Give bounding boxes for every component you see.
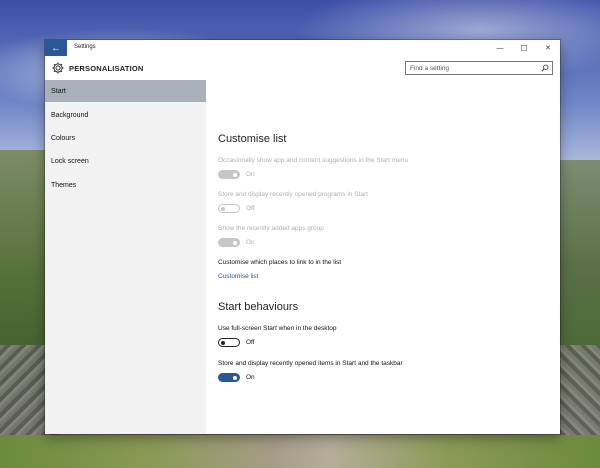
wallpaper-stone-wall-right — [560, 345, 600, 440]
search-icon[interactable] — [541, 64, 549, 72]
maximize-button[interactable]: ☐ — [512, 40, 536, 56]
title-bar[interactable]: ← Settings — ☐ ✕ — [45, 40, 560, 56]
places-label: Customise which places to link to in the… — [218, 259, 342, 266]
section-heading-customise-list: Customise list — [218, 133, 287, 145]
recent-programs-label: Store and display recently opened progra… — [218, 191, 368, 198]
wallpaper-ground — [0, 435, 600, 468]
sidebar-item-label: Start — [51, 87, 66, 95]
minimize-button[interactable]: — — [488, 40, 512, 56]
sidebar-item-label: Background — [51, 111, 89, 119]
search-box[interactable] — [405, 61, 553, 75]
sidebar: Start Background Colours Lock screen The… — [45, 80, 206, 434]
minimize-icon: — — [496, 44, 504, 52]
sidebar-item-colours[interactable]: Colours — [45, 127, 206, 149]
settings-header: PERSONALISATION — [45, 56, 560, 80]
search-input[interactable] — [410, 64, 535, 73]
main-content: Customise list Occasionally show app and… — [206, 80, 560, 434]
close-icon: ✕ — [545, 45, 551, 52]
sidebar-item-label: Colours — [51, 134, 76, 142]
close-button[interactable]: ✕ — [536, 40, 560, 56]
back-button[interactable]: ← — [45, 40, 67, 56]
back-arrow-icon: ← — [51, 42, 61, 54]
sidebar-item-lock-screen[interactable]: Lock screen — [45, 150, 206, 172]
window-title: Settings — [74, 44, 96, 50]
section-heading-start-behaviours: Start behaviours — [218, 301, 299, 313]
full-screen-state: Off — [246, 339, 255, 346]
full-screen-toggle[interactable] — [218, 338, 240, 347]
customise-list-link[interactable]: Customise list — [218, 273, 258, 280]
settings-window: ← Settings — ☐ ✕ PERSONALISATION Find a … — [45, 40, 560, 434]
suggestions-state: On — [246, 171, 255, 178]
sidebar-item-start[interactable]: Start — [45, 80, 206, 102]
recent-items-label: Store and display recently opened items … — [218, 360, 403, 367]
sidebar-item-label: Lock screen — [51, 157, 89, 165]
page-title: PERSONALISATION — [69, 64, 144, 73]
suggestions-toggle[interactable] — [218, 170, 240, 179]
recent-apps-state: On — [246, 239, 255, 246]
recent-programs-toggle[interactable] — [218, 204, 240, 213]
suggestions-label: Occasionally show app and content sugges… — [218, 157, 409, 164]
recent-apps-label: Show the recently added apps group — [218, 225, 324, 232]
full-screen-label: Use full-screen Start when in the deskto… — [218, 325, 337, 332]
recent-items-toggle[interactable] — [218, 373, 240, 382]
sidebar-item-background[interactable]: Background — [45, 104, 206, 126]
recent-items-state: On — [246, 374, 255, 381]
wallpaper-stone-wall-left — [0, 345, 50, 440]
recent-apps-toggle[interactable] — [218, 238, 240, 247]
recent-programs-state: Off — [246, 205, 255, 212]
sidebar-item-themes[interactable]: Themes — [45, 174, 206, 196]
sidebar-item-label: Themes — [51, 181, 77, 189]
gear-icon — [52, 62, 64, 74]
maximize-icon: ☐ — [520, 43, 528, 53]
